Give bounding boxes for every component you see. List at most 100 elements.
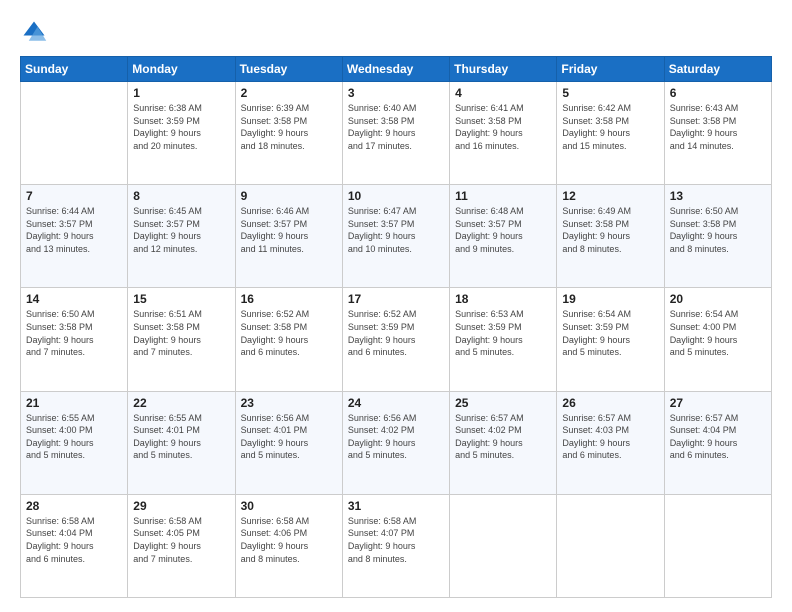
day-number: 29 — [133, 499, 229, 513]
weekday-header-monday: Monday — [128, 57, 235, 82]
calendar-week-1: 1 Sunrise: 6:38 AM Sunset: 3:59 PM Daylig… — [21, 82, 772, 185]
weekday-header-saturday: Saturday — [664, 57, 771, 82]
day-info: Sunrise: 6:56 AM Sunset: 4:01 PM Dayligh… — [241, 412, 337, 462]
page: SundayMondayTuesdayWednesdayThursdayFrid… — [0, 0, 792, 612]
day-info: Sunrise: 6:56 AM Sunset: 4:02 PM Dayligh… — [348, 412, 444, 462]
calendar-cell: 4 Sunrise: 6:41 AM Sunset: 3:58 PM Daylig… — [450, 82, 557, 185]
calendar-cell: 3 Sunrise: 6:40 AM Sunset: 3:58 PM Daylig… — [342, 82, 449, 185]
day-number: 16 — [241, 292, 337, 306]
calendar-cell: 23Sunrise: 6:56 AM Sunset: 4:01 PM Dayli… — [235, 391, 342, 494]
day-info: Sunrise: 6:50 AM Sunset: 3:58 PM Dayligh… — [670, 205, 766, 255]
calendar-cell: 29Sunrise: 6:58 AM Sunset: 4:05 PM Dayli… — [128, 494, 235, 597]
calendar-week-3: 14 Sunrise: 6:50 AM Sunset: 3:58 PM Dayli… — [21, 288, 772, 391]
day-number: 2 — [241, 86, 337, 100]
day-number: 13 — [670, 189, 766, 203]
calendar-cell: 15Sunrise: 6:51 AM Sunset: 3:58 PM Dayli… — [128, 288, 235, 391]
calendar-cell: 16Sunrise: 6:52 AM Sunset: 3:58 PM Dayli… — [235, 288, 342, 391]
day-info: Sunrise: 6:57 AM Sunset: 4:03 PM Dayligh… — [562, 412, 658, 462]
day-info: Sunrise: 6:38 AM Sunset: 3:59 PM Dayligh… — [133, 102, 229, 152]
calendar-cell: 12 Sunrise: 6:49 AM Sunset: 3:58 PM Dayli… — [557, 185, 664, 288]
day-number: 27 — [670, 396, 766, 410]
calendar-cell: 5 Sunrise: 6:42 AM Sunset: 3:58 PM Daylig… — [557, 82, 664, 185]
day-number: 30 — [241, 499, 337, 513]
calendar-cell: 6 Sunrise: 6:43 AM Sunset: 3:58 PM Daylig… — [664, 82, 771, 185]
day-number: 26 — [562, 396, 658, 410]
calendar-cell: 27 Sunrise: 6:57 AM Sunset: 4:04 PM Dayli… — [664, 391, 771, 494]
calendar-cell: 7 Sunrise: 6:44 AM Sunset: 3:57 PM Daylig… — [21, 185, 128, 288]
calendar-cell: 11Sunrise: 6:48 AM Sunset: 3:57 PM Dayli… — [450, 185, 557, 288]
day-info: Sunrise: 6:43 AM Sunset: 3:58 PM Dayligh… — [670, 102, 766, 152]
weekday-header-friday: Friday — [557, 57, 664, 82]
day-info: Sunrise: 6:57 AM Sunset: 4:02 PM Dayligh… — [455, 412, 551, 462]
day-info: Sunrise: 6:49 AM Sunset: 3:58 PM Dayligh… — [562, 205, 658, 255]
calendar-cell — [664, 494, 771, 597]
calendar-cell: 26 Sunrise: 6:57 AM Sunset: 4:03 PM Dayli… — [557, 391, 664, 494]
day-info: Sunrise: 6:58 AM Sunset: 4:07 PM Dayligh… — [348, 515, 444, 565]
day-info: Sunrise: 6:54 AM Sunset: 3:59 PM Dayligh… — [562, 308, 658, 358]
day-number: 31 — [348, 499, 444, 513]
weekday-header-sunday: Sunday — [21, 57, 128, 82]
day-info: Sunrise: 6:45 AM Sunset: 3:57 PM Dayligh… — [133, 205, 229, 255]
day-info: Sunrise: 6:57 AM Sunset: 4:04 PM Dayligh… — [670, 412, 766, 462]
day-number: 1 — [133, 86, 229, 100]
calendar-cell: 31 Sunrise: 6:58 AM Sunset: 4:07 PM Dayli… — [342, 494, 449, 597]
weekday-header-tuesday: Tuesday — [235, 57, 342, 82]
day-info: Sunrise: 6:58 AM Sunset: 4:04 PM Dayligh… — [26, 515, 122, 565]
calendar-cell: 13 Sunrise: 6:50 AM Sunset: 3:58 PM Dayli… — [664, 185, 771, 288]
day-number: 11 — [455, 189, 551, 203]
calendar-cell: 25Sunrise: 6:57 AM Sunset: 4:02 PM Dayli… — [450, 391, 557, 494]
day-info: Sunrise: 6:42 AM Sunset: 3:58 PM Dayligh… — [562, 102, 658, 152]
calendar-cell: 10 Sunrise: 6:47 AM Sunset: 3:57 PM Dayli… — [342, 185, 449, 288]
day-number: 6 — [670, 86, 766, 100]
day-number: 18 — [455, 292, 551, 306]
calendar-week-5: 28 Sunrise: 6:58 AM Sunset: 4:04 PM Dayli… — [21, 494, 772, 597]
day-info: Sunrise: 6:41 AM Sunset: 3:58 PM Dayligh… — [455, 102, 551, 152]
day-number: 20 — [670, 292, 766, 306]
weekday-header-wednesday: Wednesday — [342, 57, 449, 82]
day-info: Sunrise: 6:50 AM Sunset: 3:58 PM Dayligh… — [26, 308, 122, 358]
day-number: 14 — [26, 292, 122, 306]
calendar-cell: 18Sunrise: 6:53 AM Sunset: 3:59 PM Dayli… — [450, 288, 557, 391]
day-number: 3 — [348, 86, 444, 100]
calendar-cell: 17Sunrise: 6:52 AM Sunset: 3:59 PM Dayli… — [342, 288, 449, 391]
calendar-cell — [21, 82, 128, 185]
day-info: Sunrise: 6:40 AM Sunset: 3:58 PM Dayligh… — [348, 102, 444, 152]
day-number: 4 — [455, 86, 551, 100]
day-number: 24 — [348, 396, 444, 410]
weekday-header-thursday: Thursday — [450, 57, 557, 82]
calendar-cell: 9Sunrise: 6:46 AM Sunset: 3:57 PM Daylig… — [235, 185, 342, 288]
calendar-cell: 21 Sunrise: 6:55 AM Sunset: 4:00 PM Dayli… — [21, 391, 128, 494]
logo — [20, 18, 52, 46]
weekday-header-row: SundayMondayTuesdayWednesdayThursdayFrid… — [21, 57, 772, 82]
calendar-week-2: 7 Sunrise: 6:44 AM Sunset: 3:57 PM Daylig… — [21, 185, 772, 288]
day-info: Sunrise: 6:54 AM Sunset: 4:00 PM Dayligh… — [670, 308, 766, 358]
day-info: Sunrise: 6:51 AM Sunset: 3:58 PM Dayligh… — [133, 308, 229, 358]
day-number: 7 — [26, 189, 122, 203]
day-info: Sunrise: 6:39 AM Sunset: 3:58 PM Dayligh… — [241, 102, 337, 152]
day-number: 17 — [348, 292, 444, 306]
day-info: Sunrise: 6:58 AM Sunset: 4:06 PM Dayligh… — [241, 515, 337, 565]
day-number: 22 — [133, 396, 229, 410]
calendar-cell: 20 Sunrise: 6:54 AM Sunset: 4:00 PM Dayli… — [664, 288, 771, 391]
calendar-week-4: 21 Sunrise: 6:55 AM Sunset: 4:00 PM Dayli… — [21, 391, 772, 494]
calendar-table: SundayMondayTuesdayWednesdayThursdayFrid… — [20, 56, 772, 598]
day-info: Sunrise: 6:55 AM Sunset: 4:01 PM Dayligh… — [133, 412, 229, 462]
day-number: 8 — [133, 189, 229, 203]
calendar-cell: 22 Sunrise: 6:55 AM Sunset: 4:01 PM Dayli… — [128, 391, 235, 494]
calendar-cell: 24 Sunrise: 6:56 AM Sunset: 4:02 PM Dayli… — [342, 391, 449, 494]
day-info: Sunrise: 6:47 AM Sunset: 3:57 PM Dayligh… — [348, 205, 444, 255]
calendar-cell: 2 Sunrise: 6:39 AM Sunset: 3:58 PM Daylig… — [235, 82, 342, 185]
day-number: 12 — [562, 189, 658, 203]
day-number: 28 — [26, 499, 122, 513]
day-info: Sunrise: 6:44 AM Sunset: 3:57 PM Dayligh… — [26, 205, 122, 255]
calendar-cell: 28 Sunrise: 6:58 AM Sunset: 4:04 PM Dayli… — [21, 494, 128, 597]
day-info: Sunrise: 6:46 AM Sunset: 3:57 PM Dayligh… — [241, 205, 337, 255]
day-number: 21 — [26, 396, 122, 410]
day-number: 5 — [562, 86, 658, 100]
calendar-cell: 30 Sunrise: 6:58 AM Sunset: 4:06 PM Dayli… — [235, 494, 342, 597]
day-number: 10 — [348, 189, 444, 203]
calendar-cell: 19Sunrise: 6:54 AM Sunset: 3:59 PM Dayli… — [557, 288, 664, 391]
day-info: Sunrise: 6:55 AM Sunset: 4:00 PM Dayligh… — [26, 412, 122, 462]
header — [20, 18, 772, 46]
calendar-cell — [557, 494, 664, 597]
